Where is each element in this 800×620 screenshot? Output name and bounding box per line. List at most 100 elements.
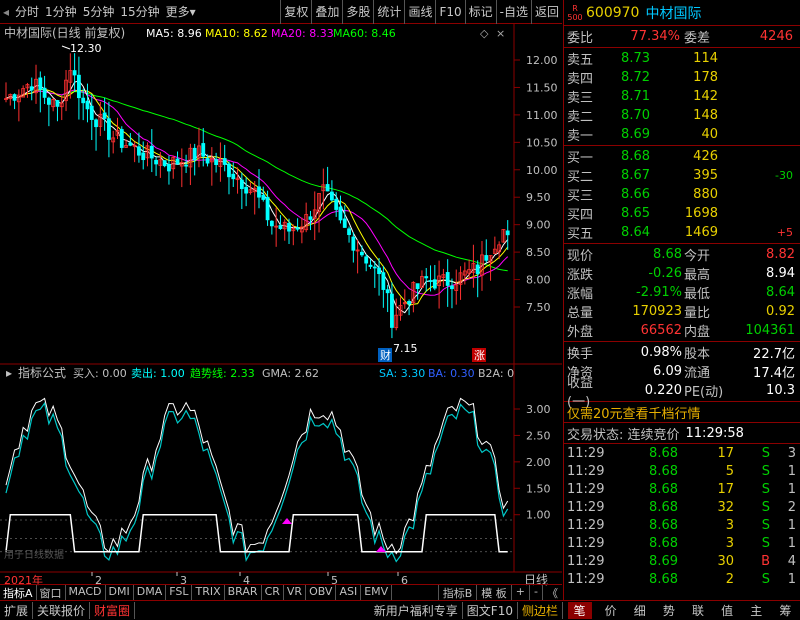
bottom-tab[interactable]: 关联报价 bbox=[33, 602, 91, 619]
candle-body bbox=[55, 100, 60, 107]
price-tick: 7.50 bbox=[526, 301, 551, 314]
tab-1min[interactable]: 1分钟 bbox=[42, 0, 80, 24]
side-panel-tab[interactable]: 笔 bbox=[567, 602, 592, 619]
sell-order-row[interactable]: 卖五 8.73 114 bbox=[564, 49, 800, 68]
kline-chart[interactable]: 12.00 11.50 11.00 10.50 10.00 9.50 9.00 8.50 8.0… bbox=[0, 24, 562, 596]
sell-order-row[interactable]: 卖二 8.70 148 bbox=[564, 106, 800, 125]
price-tick: 11.00 bbox=[526, 109, 558, 122]
tab-5min[interactable]: 5分钟 bbox=[80, 0, 118, 24]
indicator-tab-right[interactable]: 指标B bbox=[437, 584, 477, 601]
bottom-tab[interactable]: 扩展 bbox=[0, 602, 34, 619]
stock-name: 中材国际 bbox=[645, 5, 702, 22]
chart-close-icon[interactable]: × bbox=[496, 27, 505, 40]
quote-row-value: 66562 bbox=[640, 323, 682, 338]
buy-order-row[interactable]: 买一 8.68 426 bbox=[564, 147, 800, 166]
indicator-tab[interactable]: VR bbox=[284, 584, 307, 601]
tick-side: S bbox=[761, 499, 770, 515]
tick-time: 11:29 bbox=[567, 481, 605, 497]
indicator-tab[interactable]: TRIX bbox=[192, 584, 225, 601]
price-tick: 9.00 bbox=[526, 219, 551, 232]
sell-order-row[interactable]: 卖四 8.72 178 bbox=[564, 68, 800, 87]
draw-line-button[interactable]: 画线 bbox=[404, 0, 435, 24]
b2a-legend: B2A: 0 bbox=[478, 367, 514, 380]
side-panel-tab[interactable]: 值 bbox=[717, 602, 737, 619]
fundamentals: 换手 0.98% 股本 22.7亿 净资 6.09 流通 17.4亿 收益(一) 0.220 PE(… bbox=[564, 342, 800, 410]
side-panel-tab[interactable]: 细 bbox=[630, 602, 650, 619]
tick-time: 11:29 bbox=[567, 571, 605, 587]
price-tick: 10.00 bbox=[526, 164, 558, 177]
sell-order-row[interactable]: 卖一 8.69 40 bbox=[564, 125, 800, 144]
fundamental-row-label: 换手 bbox=[567, 347, 594, 362]
side-panel-tab[interactable]: 主 bbox=[746, 602, 766, 619]
sell-order-row-label: 卖三 bbox=[567, 91, 594, 106]
multi-stock-button[interactable]: 多股 bbox=[342, 0, 373, 24]
left-arrow-icon[interactable]: ◂ bbox=[0, 0, 12, 24]
indicator-tab[interactable]: DMA bbox=[134, 584, 167, 601]
fundamental-row-value2: 22.7亿 bbox=[753, 347, 795, 362]
candle-body bbox=[505, 230, 510, 236]
candle-body bbox=[38, 77, 43, 90]
indicator-tab[interactable]: MACD bbox=[66, 584, 106, 601]
indicator-tab[interactable]: 指标A bbox=[0, 584, 37, 601]
mark-button[interactable]: 标记 bbox=[464, 0, 496, 24]
candle-body bbox=[338, 206, 343, 221]
indicator-menu-icon[interactable]: ▸ bbox=[6, 366, 12, 380]
candle-body bbox=[278, 225, 283, 229]
side-panel-tab[interactable]: 价 bbox=[601, 602, 621, 619]
adjust-button[interactable]: 复权 bbox=[280, 0, 311, 24]
bottom-mid-link[interactable]: 新用户福利专享 bbox=[370, 602, 463, 619]
stats-button[interactable]: 统计 bbox=[373, 0, 404, 24]
candle-body bbox=[325, 184, 330, 192]
tick-volume: 5 bbox=[725, 463, 734, 479]
buy-order-row[interactable]: 买五 8.64 1469 +5 bbox=[564, 223, 800, 242]
quote-row-value2: 8.94 bbox=[766, 266, 795, 281]
bottom-mid-link[interactable]: 图文F10 bbox=[463, 602, 518, 619]
tab-timeshare[interactable]: 分时 bbox=[12, 0, 42, 24]
promo-link[interactable]: 仅需20元查看千档行情 bbox=[564, 402, 800, 422]
f10-button[interactable]: F10 bbox=[435, 0, 464, 24]
buy-order-row[interactable]: 买四 8.65 1698 bbox=[564, 204, 800, 223]
indicator-tab[interactable]: ASI bbox=[336, 584, 362, 601]
quote-row-value2: 104361 bbox=[745, 323, 795, 338]
rise-badge-label: 涨 bbox=[474, 349, 485, 362]
indicator-tab[interactable]: DMI bbox=[106, 584, 134, 601]
candle-body bbox=[119, 129, 124, 148]
candle-body bbox=[244, 186, 249, 194]
indicator-tab-right[interactable]: 《 bbox=[542, 584, 562, 601]
candle-body bbox=[351, 236, 356, 251]
back-button[interactable]: 返回 bbox=[530, 0, 562, 24]
indicator-tab[interactable]: EMV bbox=[361, 584, 393, 601]
indicator-tab-right[interactable]: 模 板 bbox=[476, 584, 511, 601]
diamond-icon[interactable]: ◇ bbox=[480, 27, 489, 40]
side-panel-tab[interactable]: 联 bbox=[688, 602, 708, 619]
side-panel-tab[interactable]: 势 bbox=[659, 602, 679, 619]
bottom-tab[interactable]: 财富圈 bbox=[90, 602, 136, 619]
indicator-tab[interactable]: FSL bbox=[166, 584, 193, 601]
sell-order-row-price: 8.73 bbox=[621, 51, 650, 66]
candle-body bbox=[261, 194, 266, 200]
indicator-tab[interactable]: OBV bbox=[306, 584, 337, 601]
sell-order-row[interactable]: 卖三 8.71 142 bbox=[564, 87, 800, 106]
quote-row: 涨跌 -0.26 最高 8.94 bbox=[564, 264, 800, 283]
buy-order-row[interactable]: 买三 8.66 880 bbox=[564, 185, 800, 204]
indicator-tab-right[interactable]: + bbox=[510, 584, 529, 601]
tab-more[interactable]: 更多▾ bbox=[163, 0, 199, 24]
buy-order-row[interactable]: 买二 8.67 395 -30 bbox=[564, 166, 800, 185]
indicator-tick: 2.50 bbox=[526, 429, 551, 442]
candle-body bbox=[214, 159, 219, 166]
tab-15min[interactable]: 15分钟 bbox=[117, 0, 162, 24]
indicator-tab-right[interactable]: - bbox=[529, 584, 542, 601]
bottom-mid-link[interactable]: 侧边栏 bbox=[518, 602, 563, 619]
candle-body bbox=[415, 283, 420, 290]
add-watchlist-button[interactable]: -自选 bbox=[495, 0, 531, 24]
overlay-button[interactable]: 叠加 bbox=[311, 0, 342, 24]
side-panel-tab[interactable]: 筹 bbox=[775, 602, 795, 619]
tick-count: 4 bbox=[787, 553, 796, 569]
indicator-tab[interactable]: CR bbox=[262, 584, 284, 601]
tick-volume: 30 bbox=[717, 553, 734, 569]
indicator-tab[interactable]: 窗口 bbox=[37, 584, 66, 601]
tick-list[interactable]: 11:29 8.68 17 S 3 11:29 8.68 5 S 1 11:29 8.68 17 S 1 11… bbox=[564, 444, 800, 588]
stock-code: 600970 bbox=[586, 4, 640, 21]
fundamental-row-label2: 股本 bbox=[684, 347, 711, 362]
indicator-tab[interactable]: BRAR bbox=[225, 584, 262, 601]
